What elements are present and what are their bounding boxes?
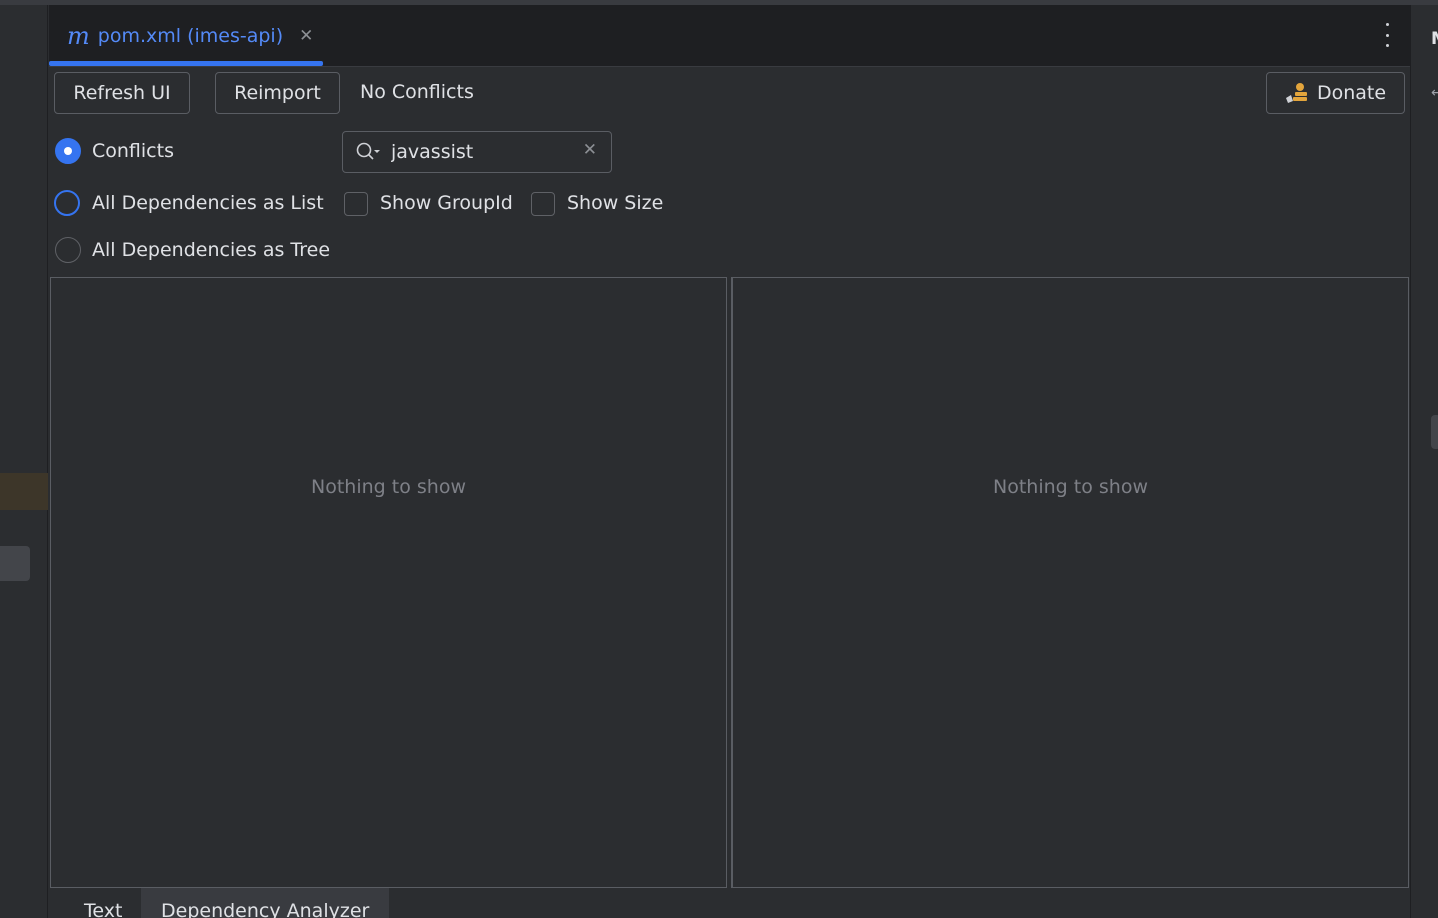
show-size-label[interactable]: Show Size <box>567 192 663 214</box>
dependency-analyzer-editor: m pom.xml (imes-api) ✕ Refresh UI Reimpo… <box>49 5 1410 918</box>
more-options-icon[interactable] <box>1382 23 1392 47</box>
dependency-details-panel[interactable]: Nothing to show <box>732 277 1409 888</box>
left-strip-highlight <box>0 473 48 510</box>
dependencies-list-panel[interactable]: Nothing to show <box>50 277 727 888</box>
editor-tab-bar: m pom.xml (imes-api) ✕ <box>49 5 1410 67</box>
maven-m-icon: m <box>67 22 90 50</box>
right-strip-arrow-icon[interactable]: ↵ <box>1431 85 1438 101</box>
show-size-checkbox[interactable] <box>531 192 555 216</box>
right-strip-scrollbar[interactable] <box>1431 415 1438 449</box>
radio-all-dependencies-list[interactable] <box>54 190 80 216</box>
search-icon[interactable] <box>355 141 381 163</box>
coin-stack-icon <box>1285 83 1307 103</box>
radio-conflicts-label[interactable]: Conflicts <box>92 140 174 162</box>
close-icon[interactable]: ✕ <box>299 26 313 46</box>
active-tab-indicator <box>49 61 323 66</box>
radio-all-dependencies-tree-label[interactable]: All Dependencies as Tree <box>92 239 330 261</box>
refresh-ui-button[interactable]: Refresh UI <box>54 72 190 114</box>
editor-tab-label: pom.xml (imes-api) <box>97 25 284 47</box>
right-strip-maven-label[interactable]: M <box>1431 29 1438 49</box>
donate-label: Donate <box>1316 82 1387 104</box>
left-tool-strip <box>0 5 48 918</box>
right-tool-strip: M ↵ <box>1410 5 1438 918</box>
editor-tab-pom-xml[interactable]: m pom.xml (imes-api) ✕ <box>49 5 323 67</box>
radio-all-dependencies-tree[interactable] <box>55 237 81 263</box>
clear-search-icon[interactable]: ✕ <box>583 140 597 160</box>
show-groupid-label[interactable]: Show GroupId <box>380 192 513 214</box>
show-groupid-checkbox[interactable] <box>344 192 368 216</box>
search-field[interactable]: ✕ <box>342 131 612 173</box>
empty-state-text: Nothing to show <box>993 476 1148 498</box>
search-input[interactable] <box>391 138 571 166</box>
radio-conflicts[interactable] <box>55 138 81 164</box>
empty-state-text: Nothing to show <box>311 476 466 498</box>
donate-button[interactable]: Donate <box>1266 72 1405 114</box>
tab-text[interactable]: Text <box>64 888 142 918</box>
tab-dependency-analyzer[interactable]: Dependency Analyzer <box>141 888 390 918</box>
left-strip-selected-item[interactable] <box>0 546 30 581</box>
editor-bottom-tabs: Text Dependency Analyzer <box>49 888 1410 918</box>
reimport-button[interactable]: Reimport <box>215 72 340 114</box>
conflict-status-text: No Conflicts <box>360 81 474 103</box>
radio-all-dependencies-list-label[interactable]: All Dependencies as List <box>92 192 324 214</box>
